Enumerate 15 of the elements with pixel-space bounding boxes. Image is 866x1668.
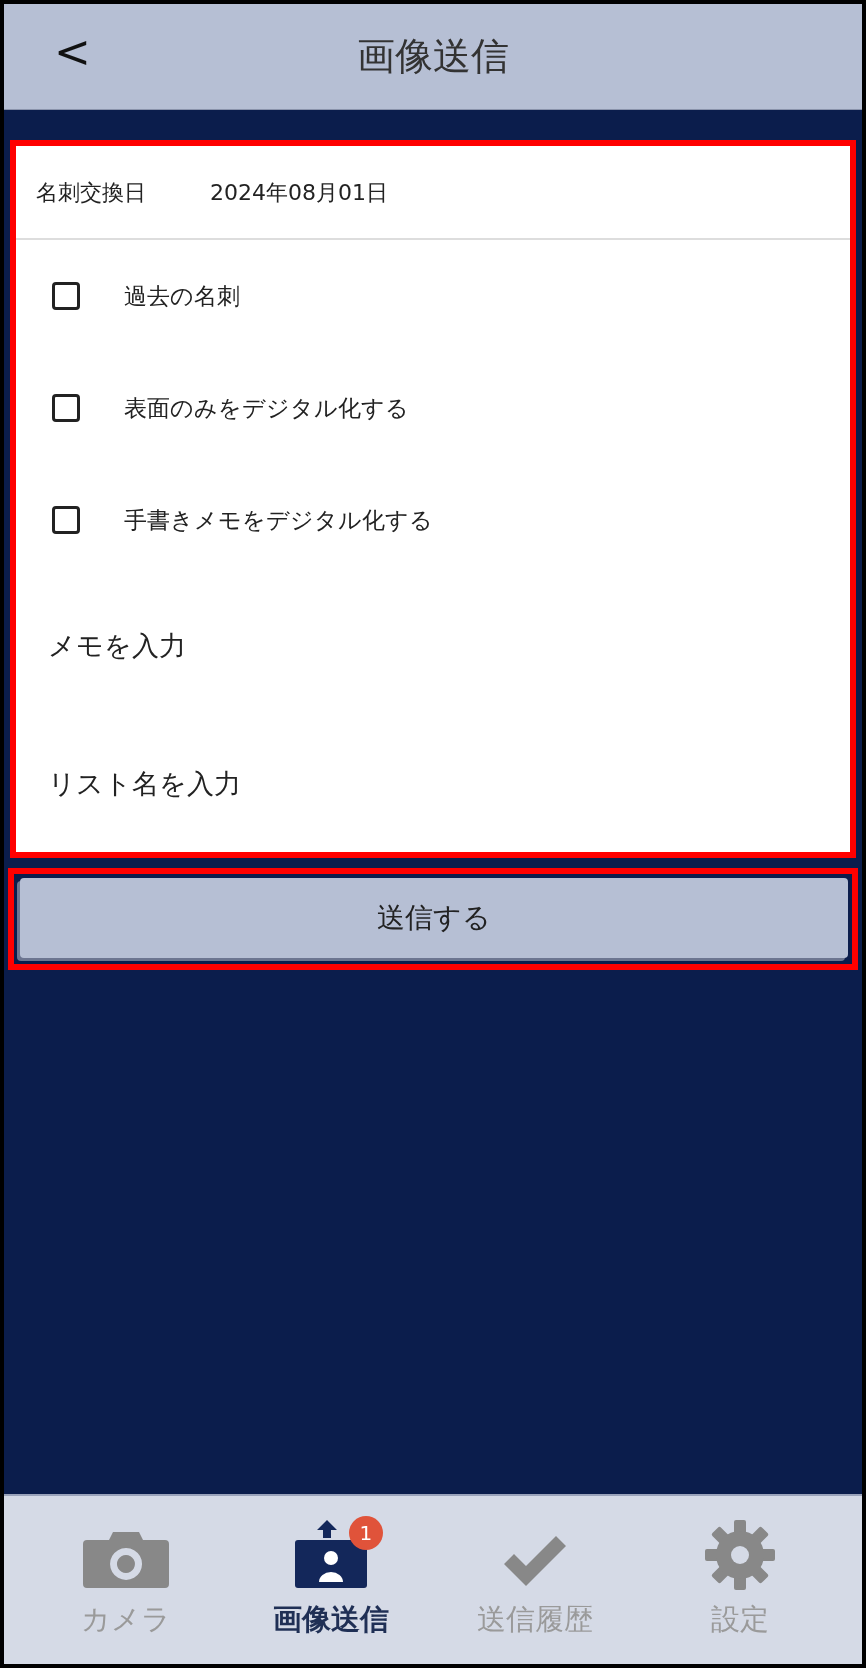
option-label: 表面のみをデジタル化する [124, 393, 409, 423]
send-button[interactable]: 送信する [20, 878, 848, 958]
date-label: 名刺交換日 [36, 178, 146, 207]
settings-icon [704, 1520, 775, 1591]
count-badge: 1 [348, 1516, 383, 1551]
tab[interactable]: 1 画像送信 [240, 1510, 421, 1650]
id-card-icon [292, 1518, 369, 1591]
screen-title: 画像送信 [357, 33, 509, 80]
back-button[interactable]: < [44, 26, 101, 78]
checkbox[interactable] [52, 506, 80, 534]
option-label: 過去の名刺 [124, 281, 240, 311]
checkbox[interactable] [52, 394, 80, 422]
option-label: 手書きメモをデジタル化する [124, 505, 433, 535]
checkbox[interactable] [52, 282, 80, 310]
date-value: 2024年08月01日 [210, 178, 388, 207]
